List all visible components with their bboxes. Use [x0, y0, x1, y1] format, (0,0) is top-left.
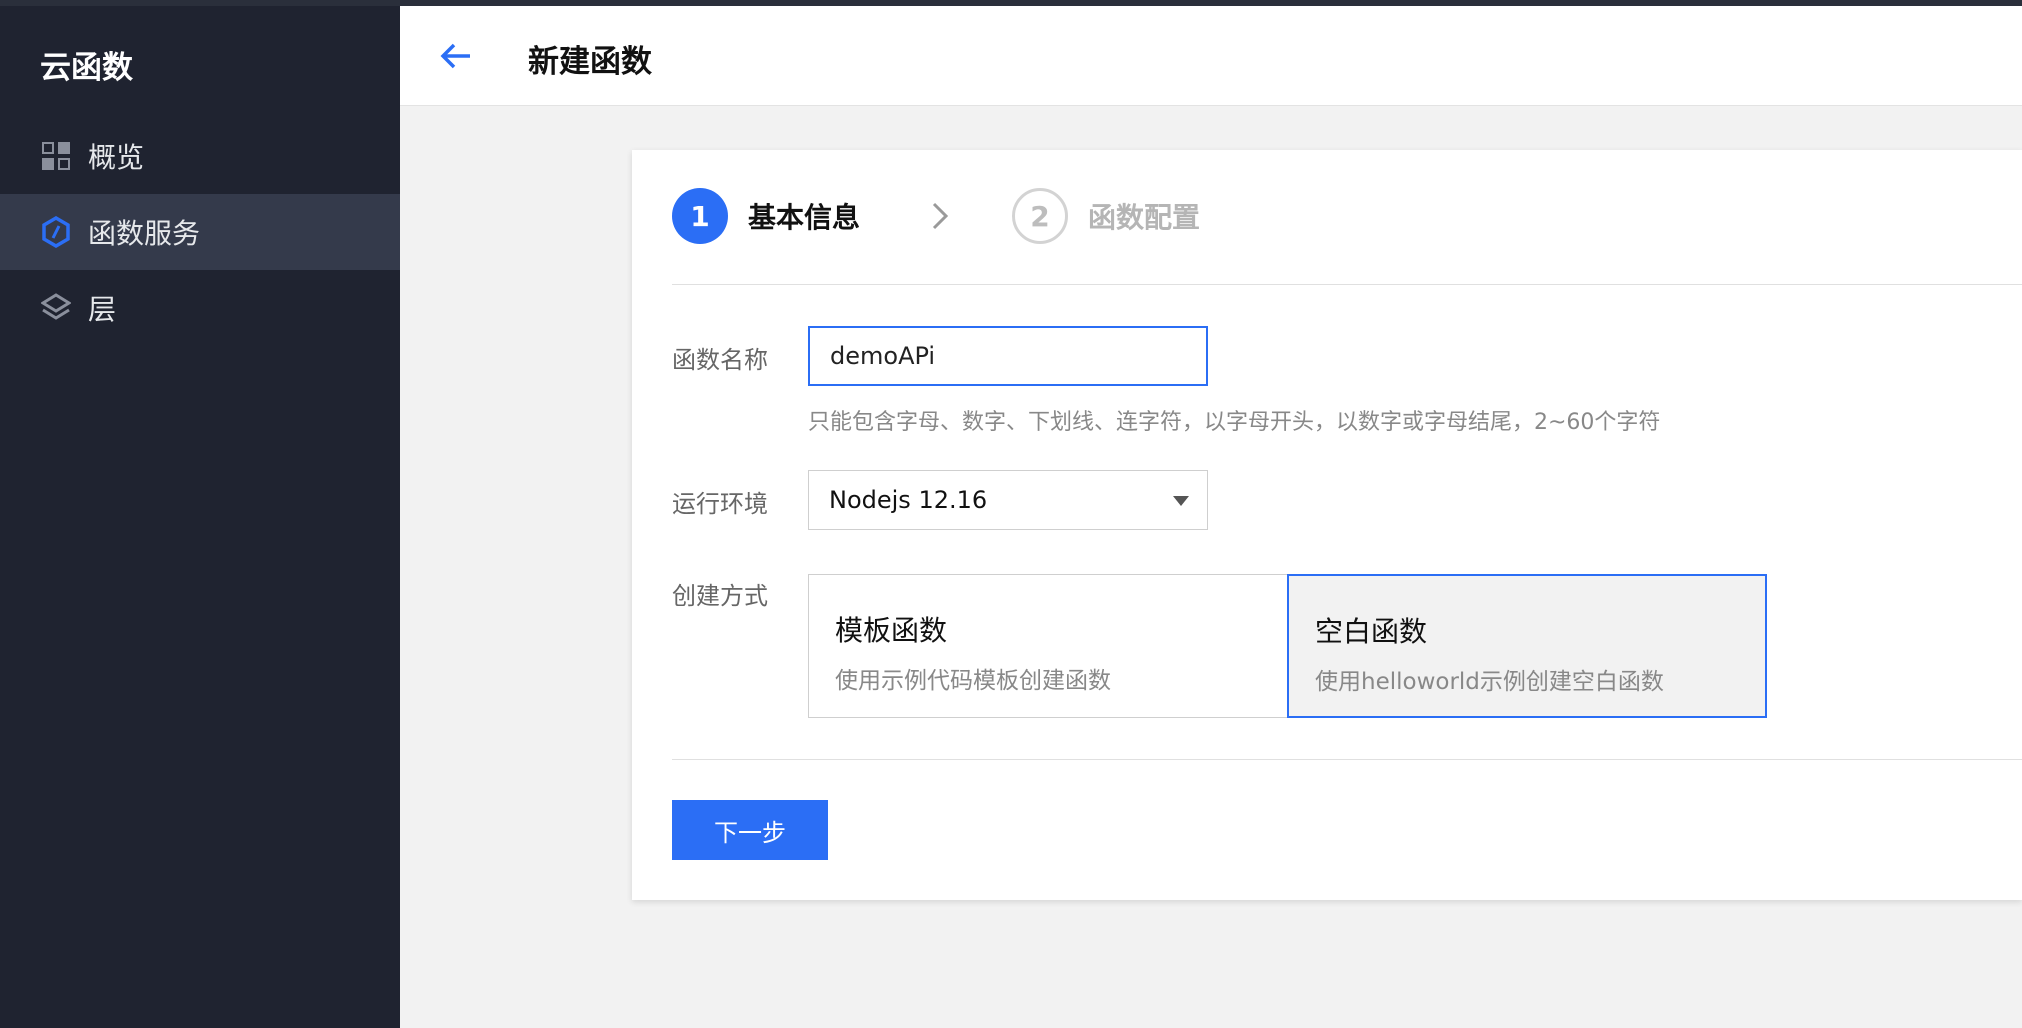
next-step-button[interactable]: 下一步	[672, 800, 828, 860]
layers-icon	[40, 292, 72, 324]
sidebar-item-overview[interactable]: 概览	[0, 118, 400, 194]
step-1-label: 基本信息	[748, 201, 861, 234]
function-name-hint: 只能包含字母、数字、下划线、连字符，以字母开头，以数字或字母结尾，2~60个字符	[808, 410, 1661, 435]
runtime-env-label: 运行环境	[672, 490, 768, 518]
runtime-env-select[interactable]: Nodejs 12.16	[808, 470, 1208, 530]
arrow-left-icon	[440, 42, 472, 74]
step-2-label: 函数配置	[1088, 201, 1201, 234]
option-description: 使用示例代码模板创建函数	[835, 668, 1111, 694]
divider	[672, 284, 2022, 285]
step-2-number: 2	[1012, 188, 1069, 244]
page-title: 新建函数	[528, 44, 652, 80]
page-header: 新建函数	[400, 6, 2022, 106]
top-border	[0, 0, 2022, 6]
sidebar-item-label: 函数服务	[88, 217, 201, 250]
sidebar-item-layers[interactable]: 层	[0, 270, 400, 346]
template-function-option[interactable]: 模板函数 使用示例代码模板创建函数	[808, 574, 1288, 718]
sidebar: 云函数 概览 函数服务 层	[0, 0, 400, 1028]
grid-icon	[40, 140, 72, 172]
stepper: 1 基本信息 2 函数配置	[672, 188, 1200, 244]
option-description: 使用helloworld示例创建空白函数	[1315, 669, 1664, 695]
back-button[interactable]	[436, 38, 476, 78]
sidebar-item-function-service[interactable]: 函数服务	[0, 194, 400, 270]
option-title: 空白函数	[1315, 615, 1428, 648]
function-name-label: 函数名称	[672, 346, 768, 374]
chevron-right-icon	[920, 196, 960, 236]
sidebar-title: 云函数	[40, 50, 133, 86]
function-name-input[interactable]	[808, 326, 1208, 386]
runtime-env-value: Nodejs 12.16	[829, 486, 988, 514]
option-title: 模板函数	[835, 614, 948, 647]
create-mode-label: 创建方式	[672, 582, 768, 610]
blank-function-option[interactable]: 空白函数 使用helloworld示例创建空白函数	[1287, 574, 1767, 718]
form-card: 1 基本信息 2 函数配置 函数名称 只能包含字母、数字、下划线、连字符，以字母…	[632, 150, 2022, 900]
caret-down-icon	[1173, 496, 1189, 506]
hexagon-icon	[40, 216, 72, 248]
sidebar-item-label: 层	[88, 293, 117, 326]
step-1-number: 1	[672, 188, 728, 244]
sidebar-item-label: 概览	[88, 141, 145, 174]
divider	[672, 759, 2022, 760]
